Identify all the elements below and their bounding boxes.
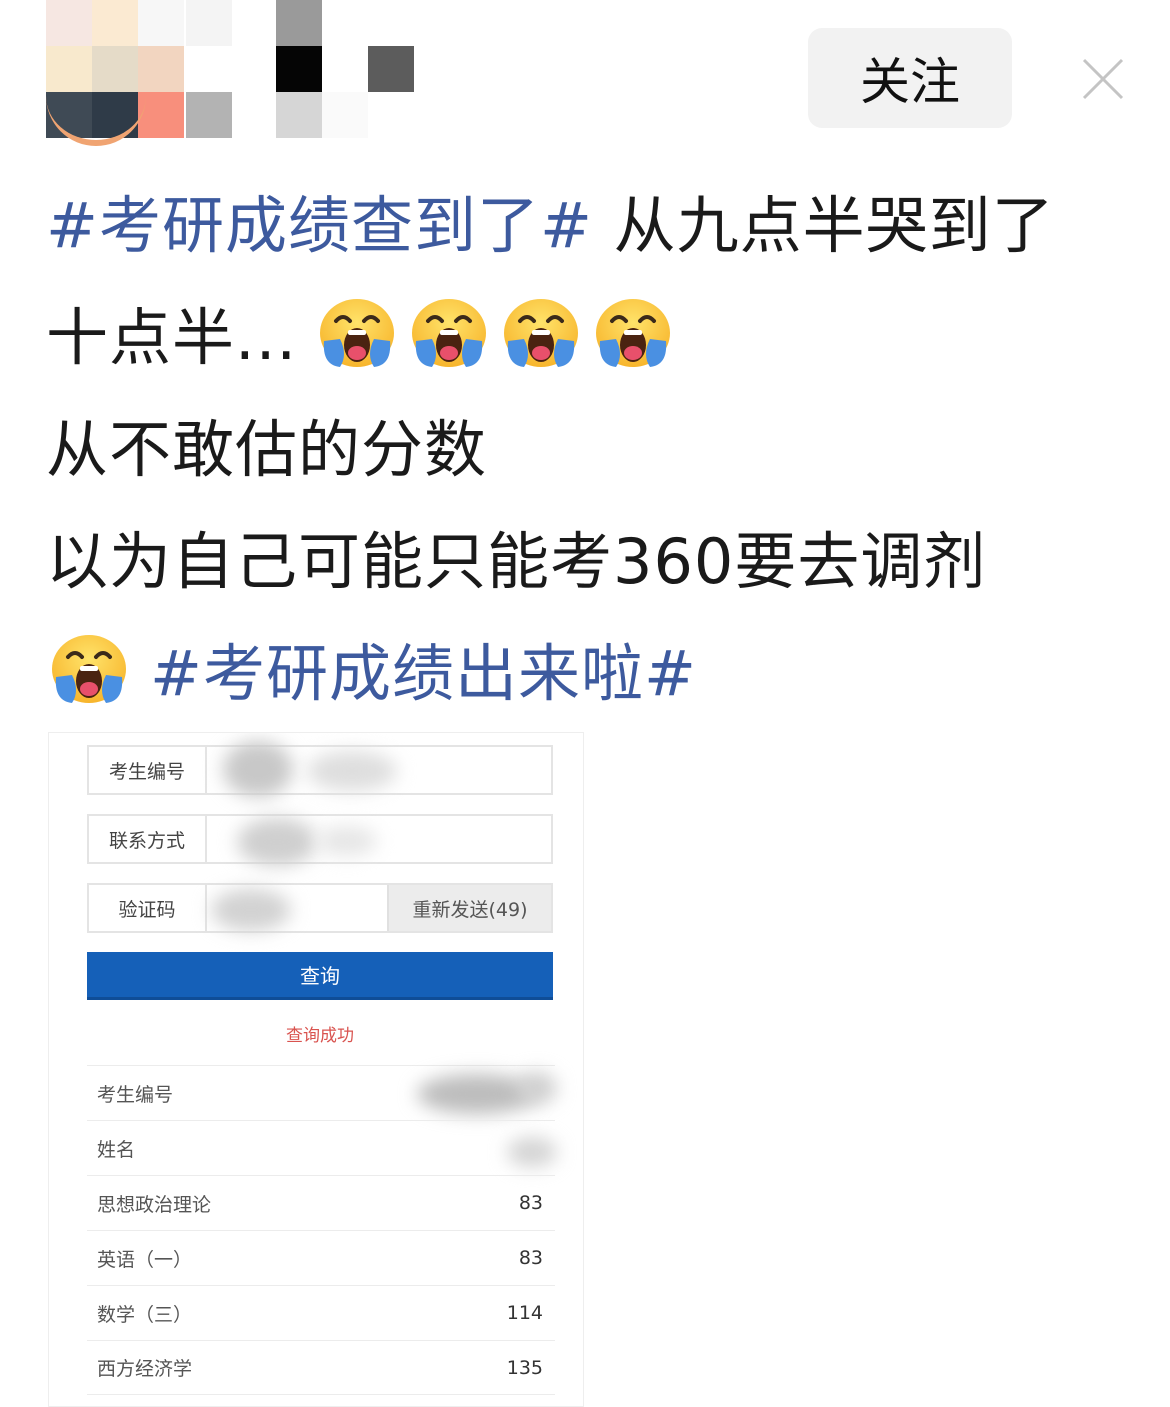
crying-emoji-icon: [503, 299, 578, 367]
contact-label: 联系方式: [89, 816, 207, 862]
row-label: 考生编号: [97, 1083, 174, 1106]
table-row: 西方经济学 135: [87, 1340, 555, 1395]
table-row: 姓名: [87, 1120, 557, 1175]
captcha-row: 验证码 重新发送(49): [87, 883, 553, 933]
row-label: 英语（一）: [97, 1248, 193, 1271]
row-value: 135: [506, 1356, 543, 1379]
post-text: 以为自己可能只能考360要去调剂: [46, 525, 987, 598]
post-line-1: #考研成绩查到了# 从九点半哭到了: [46, 170, 1126, 282]
row-label: 数学（三）: [97, 1303, 193, 1326]
redaction-blur: [317, 826, 377, 856]
redaction-blur: [223, 741, 293, 797]
redaction-blur: [517, 1072, 557, 1104]
table-row: 考生编号: [87, 1065, 557, 1120]
post-line-3: 从不敢估的分数: [46, 394, 1126, 506]
row-label: 姓名: [97, 1138, 136, 1161]
attached-image[interactable]: 考生编号 联系方式 验证码 重新发送(49) 查询 查询成功 考生编号 姓名 思…: [48, 732, 584, 1407]
redaction-blur: [307, 751, 397, 791]
post-line-4: 以为自己可能只能考360要去调剂: [46, 506, 1126, 618]
exam-id-row: 考生编号: [87, 741, 553, 797]
row-value: 114: [506, 1302, 543, 1324]
contact-input[interactable]: [207, 816, 551, 866]
redaction-blur: [211, 889, 291, 931]
captcha-input[interactable]: [207, 885, 387, 931]
username-blurred[interactable]: [186, 0, 426, 140]
exam-id-label: 考生编号: [89, 747, 207, 793]
post-line-5: #考研成绩出来啦#: [46, 618, 1126, 730]
crying-emoji-icon: [595, 299, 670, 367]
hashtag-link[interactable]: #考研成绩查到了#: [46, 189, 593, 262]
captcha-label: 验证码: [89, 885, 207, 931]
contact-row: 联系方式: [87, 814, 553, 866]
row-value: 83: [518, 1247, 543, 1269]
row-label: 思想政治理论: [97, 1193, 212, 1216]
crying-emoji-icon: [319, 299, 394, 367]
crying-emoji-icon: [52, 635, 126, 703]
query-success-message: 查询成功: [286, 1026, 354, 1046]
exam-id-input[interactable]: [207, 741, 551, 797]
table-row: 数学（三） 114: [87, 1285, 555, 1340]
post-line-2: 十点半...: [46, 282, 1126, 394]
post-text: 从不敢估的分数: [46, 413, 488, 486]
resend-code-button[interactable]: 重新发送(49): [387, 885, 551, 931]
post-body: #考研成绩查到了# 从九点半哭到了 十点半... 从不敢估的分数 以为自己可能只…: [46, 170, 1126, 730]
hashtag-link[interactable]: #考研成绩出来啦#: [150, 637, 697, 710]
query-button[interactable]: 查询: [87, 952, 553, 1000]
close-icon[interactable]: [1080, 56, 1126, 102]
redaction-blur: [507, 1137, 557, 1167]
follow-button[interactable]: 关注: [808, 28, 1012, 128]
row-label: 西方经济学: [97, 1358, 193, 1380]
score-table: 考生编号 姓名 思想政治理论 83 英语（一） 83 数学（三） 114 西方经…: [87, 1065, 557, 1395]
post-text: 从九点半哭到了: [592, 189, 1055, 262]
redaction-blur: [237, 818, 317, 866]
crying-emoji-icon: [411, 299, 486, 367]
table-row: 思想政治理论 83: [87, 1175, 555, 1230]
table-row: 英语（一） 83: [87, 1230, 555, 1285]
post-text: 十点半...: [46, 301, 298, 374]
row-value: 83: [518, 1192, 543, 1214]
